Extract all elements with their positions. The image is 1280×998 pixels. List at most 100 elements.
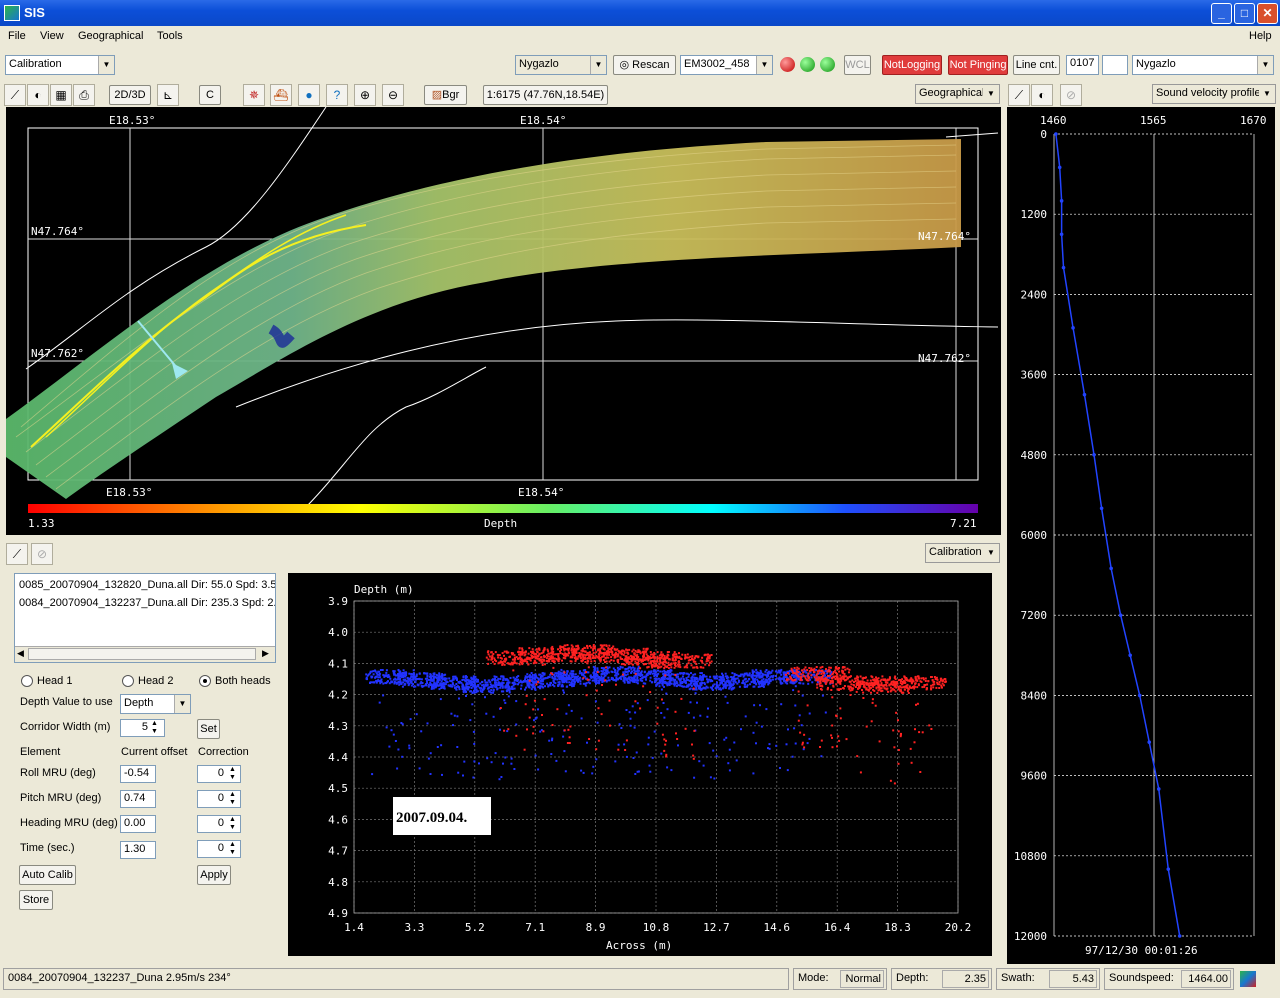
depth-value-select[interactable]: Depth ▼ bbox=[120, 694, 191, 714]
list-item[interactable]: 0084_20070904_132237_Duna.all Dir: 235.3… bbox=[19, 597, 275, 609]
scatter-point bbox=[517, 683, 519, 686]
stepper-arrows-icon[interactable]: ▲ ▼ bbox=[229, 816, 236, 832]
not-logging-button[interactable]: NotLogging bbox=[882, 55, 942, 75]
title-bar: SIS _ □ ✕ bbox=[0, 0, 1280, 26]
survey-select[interactable]: Nygazlo ▼ bbox=[515, 55, 607, 75]
scatter-point bbox=[801, 741, 804, 744]
corridor-width-stepper[interactable]: 5 bbox=[120, 719, 165, 737]
measure-icon[interactable]: ⊾ bbox=[157, 84, 179, 106]
mode-select[interactable]: Calibration ▼ bbox=[5, 55, 115, 75]
head2-radio[interactable] bbox=[122, 675, 134, 687]
vessel-icon[interactable]: ⛴ bbox=[270, 84, 292, 106]
auto-calib-button[interactable]: Auto Calib bbox=[19, 865, 76, 885]
scatter-point bbox=[642, 647, 645, 650]
menu-view[interactable]: View bbox=[40, 30, 64, 42]
scatter-point bbox=[596, 656, 599, 659]
swath-label: Swath: bbox=[1001, 972, 1035, 984]
maximize-button[interactable]: □ bbox=[1234, 3, 1255, 24]
view-select[interactable]: Geographical ▼ bbox=[915, 84, 1000, 104]
list-item[interactable]: 0085_20070904_132820_Duna.all Dir: 55.0 … bbox=[19, 579, 275, 591]
2d-3d-button[interactable]: 2D/3D bbox=[109, 85, 151, 105]
scatter-x-tick: 1.4 bbox=[344, 921, 364, 934]
scatter-point bbox=[719, 687, 722, 690]
rescan-button[interactable]: ◎ Rescan bbox=[613, 55, 676, 75]
both-heads-radio[interactable] bbox=[199, 675, 211, 687]
apply-button[interactable]: Apply bbox=[197, 865, 231, 885]
zoom-in-icon[interactable]: ⊕ bbox=[354, 84, 376, 106]
stepper-arrows-icon[interactable]: ▲ ▼ bbox=[229, 766, 236, 782]
scatter-point bbox=[533, 653, 536, 656]
scatter-point bbox=[442, 682, 445, 685]
svp-palette-icon[interactable]: ◐ bbox=[1031, 84, 1053, 106]
scatter-point bbox=[693, 776, 696, 779]
menu-help[interactable]: Help bbox=[1249, 30, 1272, 42]
scatter-point bbox=[500, 776, 503, 778]
scatter-point bbox=[923, 685, 926, 688]
set-button[interactable]: Set bbox=[197, 719, 220, 739]
scatter-point bbox=[440, 744, 443, 747]
print-icon[interactable]: ⎙ bbox=[73, 84, 95, 106]
scatter-point bbox=[375, 681, 378, 684]
c-button[interactable]: C bbox=[199, 85, 221, 105]
scatter-point bbox=[907, 692, 910, 694]
stepper-arrows-icon[interactable]: ▲ ▼ bbox=[229, 841, 236, 857]
scatter-point bbox=[624, 749, 627, 751]
scatter-point bbox=[513, 768, 516, 770]
scatter-point bbox=[591, 772, 594, 775]
scatter-point bbox=[910, 761, 913, 764]
calibration-panel-select[interactable]: Calibration ▼ bbox=[925, 543, 1000, 563]
geographical-map[interactable]: E18.53° E18.54° E18.53° E18.54° N47.764°… bbox=[6, 107, 1001, 535]
line-suffix-field[interactable] bbox=[1102, 55, 1128, 75]
minimize-button[interactable]: _ bbox=[1211, 3, 1232, 24]
scroll-thumb[interactable] bbox=[28, 648, 256, 660]
stepper-arrows-icon[interactable]: ▲ ▼ bbox=[151, 720, 158, 736]
scatter-point bbox=[780, 703, 783, 706]
scatter-point bbox=[531, 676, 534, 679]
scatter-point bbox=[513, 687, 516, 690]
svp-menu-select[interactable]: Sound velocity profile ▼ bbox=[1152, 84, 1276, 104]
edit-icon[interactable]: ⟋ bbox=[4, 84, 26, 106]
stepper-arrows-icon[interactable]: ▲ ▼ bbox=[229, 791, 236, 807]
head1-radio[interactable] bbox=[21, 675, 33, 687]
menu-geographical[interactable]: Geographical bbox=[78, 30, 143, 42]
scatter-point bbox=[429, 673, 432, 676]
store-button[interactable]: Store bbox=[19, 890, 53, 910]
line-count-button[interactable]: Line cnt. bbox=[1013, 55, 1060, 75]
scatter-point bbox=[657, 669, 659, 672]
target-icon[interactable]: ✵ bbox=[243, 84, 265, 106]
scatter-point bbox=[614, 651, 617, 654]
scatter-point bbox=[586, 644, 588, 647]
scatter-point bbox=[701, 660, 703, 663]
horizontal-scrollbar[interactable]: ◀ ▶ bbox=[15, 646, 275, 662]
help-icon[interactable]: ? bbox=[326, 84, 348, 106]
not-pinging-button[interactable]: Not Pinging bbox=[948, 55, 1008, 75]
menu-file[interactable]: File bbox=[8, 30, 26, 42]
scatter-point bbox=[425, 684, 428, 687]
globe-icon[interactable]: ● bbox=[298, 84, 320, 106]
scroll-right-icon[interactable]: ▶ bbox=[262, 648, 269, 659]
project-select[interactable]: Nygazlo ▼ bbox=[1132, 55, 1274, 75]
scatter-point bbox=[479, 682, 482, 685]
zoom-out-icon[interactable]: ⊖ bbox=[382, 84, 404, 106]
close-button[interactable]: ✕ bbox=[1257, 3, 1278, 24]
palette-icon[interactable]: ◐ bbox=[27, 84, 49, 106]
menu-tools[interactable]: Tools bbox=[157, 30, 183, 42]
scatter-point bbox=[543, 647, 546, 650]
scroll-left-icon[interactable]: ◀ bbox=[17, 648, 24, 659]
scatter-point bbox=[702, 687, 705, 690]
scatter-point bbox=[462, 686, 465, 689]
scatter-point bbox=[842, 677, 845, 680]
wcl-button[interactable]: WCL bbox=[844, 55, 871, 75]
sounder-select[interactable]: EM3002_458 ▼ bbox=[680, 55, 773, 75]
scatter-point bbox=[881, 675, 884, 678]
calib-edit-icon[interactable]: ⟋ bbox=[6, 543, 28, 565]
line-count-field[interactable]: 0107 bbox=[1066, 55, 1099, 75]
file-list[interactable]: 0085_20070904_132820_Duna.all Dir: 55.0 … bbox=[14, 573, 276, 663]
background-button[interactable]: ▨Bgr bbox=[424, 85, 467, 105]
scatter-point bbox=[935, 676, 938, 679]
view-select-value: Geographical bbox=[919, 87, 985, 99]
layers-icon[interactable]: ▦ bbox=[50, 84, 72, 106]
lon-label-1: E18.53° bbox=[109, 114, 155, 127]
scatter-point bbox=[913, 741, 916, 744]
svp-edit-icon[interactable]: ⟋ bbox=[1008, 84, 1030, 106]
